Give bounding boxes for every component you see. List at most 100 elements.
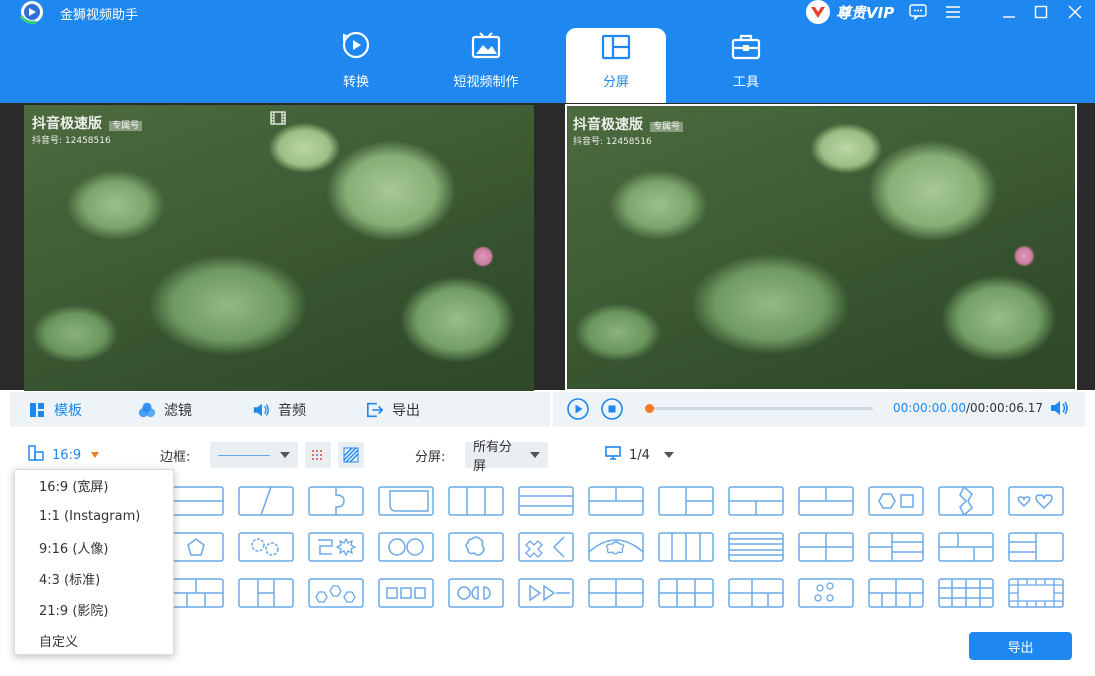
template-grid-2x2[interactable] xyxy=(798,532,854,562)
page-value: 1/4 xyxy=(629,447,650,463)
page-select[interactable]: 1/4 xyxy=(605,442,674,468)
template-top-grid[interactable] xyxy=(168,578,224,608)
template-5row[interactable] xyxy=(728,532,784,562)
time-readout: 00:00:00.00/00:00:06.17 xyxy=(893,401,1043,415)
player-bar: 00:00:00.00/00:00:06.17 xyxy=(553,392,1085,427)
ratio-option-1-1[interactable]: 1:1 (Instagram) xyxy=(15,501,173,532)
export-label: 导出 xyxy=(392,402,420,419)
export-button[interactable]: 导出 xyxy=(969,632,1072,660)
ratio-option-16-9[interactable]: 16:9 (宽屏) xyxy=(15,470,173,501)
template-grid-4x2[interactable] xyxy=(868,578,924,608)
template-hearts[interactable] xyxy=(1008,486,1064,516)
border-line-preview xyxy=(218,454,270,456)
template-two-circles[interactable] xyxy=(378,532,434,562)
template-gears[interactable] xyxy=(238,532,294,562)
template-3row[interactable] xyxy=(518,486,574,516)
template-grid-mixed[interactable] xyxy=(728,578,784,608)
template-circle-halves[interactable] xyxy=(448,578,504,608)
template-t-bottom[interactable] xyxy=(728,486,784,516)
template-arrows[interactable] xyxy=(518,578,574,608)
template-burst[interactable] xyxy=(308,532,364,562)
template-t-right[interactable] xyxy=(658,486,714,516)
filter-button[interactable]: 滤镜 xyxy=(138,392,192,427)
border-pattern-button[interactable] xyxy=(338,442,364,468)
tab-split-screen[interactable]: 分屏 xyxy=(566,28,666,103)
template-left-rows[interactable] xyxy=(1008,532,1064,562)
template-label: 模板 xyxy=(54,402,82,419)
minimize-icon[interactable] xyxy=(998,2,1020,22)
tab-label: 工具 xyxy=(732,75,759,90)
template-hlines[interactable] xyxy=(168,486,224,516)
template-rounded[interactable] xyxy=(378,486,434,516)
app-title: 金狮视频助手 xyxy=(60,8,139,23)
vip-label: 尊贵VIP xyxy=(836,3,895,22)
chevron-down-icon xyxy=(663,452,674,458)
border-select[interactable] xyxy=(210,442,298,468)
vip-button[interactable]: 尊贵VIP xyxy=(806,0,894,24)
template-grid-4x3[interactable] xyxy=(938,578,994,608)
template-zigzag[interactable] xyxy=(938,486,994,516)
progress-track[interactable] xyxy=(645,404,873,413)
stop-icon[interactable] xyxy=(601,398,623,424)
watermark: 抖音极速版 专属号 抖音号: 12458516 xyxy=(32,113,143,146)
split-preview[interactable]: 抖音极速版 专属号 抖音号: 12458516 xyxy=(565,104,1077,391)
template-hexagons[interactable] xyxy=(308,578,364,608)
template-arch[interactable] xyxy=(588,532,644,562)
ratio-option-9-16[interactable]: 9:16 (人像) xyxy=(15,532,173,563)
template-pentagon[interactable] xyxy=(168,532,224,562)
tab-tools[interactable]: 工具 xyxy=(696,28,796,103)
border-label: 边框: xyxy=(160,449,191,465)
tab-label: 转换 xyxy=(342,75,369,90)
menu-icon[interactable] xyxy=(942,2,964,22)
template-brick[interactable] xyxy=(938,532,994,562)
volume-icon[interactable] xyxy=(1049,400,1069,420)
convert-icon xyxy=(306,28,406,64)
template-3col[interactable] xyxy=(448,486,504,516)
chevron-down-icon xyxy=(530,452,540,458)
split-label: 分屏: xyxy=(415,449,446,465)
template-puzzle[interactable] xyxy=(308,486,364,516)
template-center-col[interactable] xyxy=(238,578,294,608)
ratio-option-custom[interactable]: 自定义 xyxy=(15,625,173,656)
ratio-option-4-3[interactable]: 4:3 (标准) xyxy=(15,563,173,594)
template-l-split[interactable] xyxy=(868,532,924,562)
template-frame-grid[interactable] xyxy=(1008,578,1064,608)
template-diagonal[interactable] xyxy=(238,486,294,516)
film-icon[interactable] xyxy=(270,111,286,129)
short-video-icon xyxy=(436,28,536,64)
template-bubbles[interactable] xyxy=(798,578,854,608)
audio-button[interactable]: 音频 xyxy=(252,392,306,427)
preview-area: 抖音极速版 专属号 抖音号: 12458516 抖音极速版 专属号 抖音号: 1… xyxy=(0,103,1095,391)
grid-dots-icon xyxy=(305,442,331,468)
split-select[interactable]: 所有分屏 xyxy=(465,440,548,474)
border-color-button[interactable] xyxy=(305,442,331,468)
template-grid-2x2-b[interactable] xyxy=(588,578,644,608)
template-grid-3x2[interactable] xyxy=(658,578,714,608)
source-preview[interactable]: 抖音极速版 专属号 抖音号: 12458516 xyxy=(24,105,534,391)
template-flower[interactable] xyxy=(448,532,504,562)
message-icon[interactable] xyxy=(907,2,929,22)
template-t-top[interactable] xyxy=(798,486,854,516)
watermark-id: 抖音号: 12458516 xyxy=(32,136,111,146)
template-cross-split[interactable] xyxy=(518,532,574,562)
template-t-left[interactable] xyxy=(588,486,644,516)
progress-handle[interactable] xyxy=(645,404,654,413)
template-4col[interactable] xyxy=(658,532,714,562)
template-three-squares[interactable] xyxy=(378,578,434,608)
close-icon[interactable] xyxy=(1064,2,1086,22)
tab-short-video[interactable]: 短视频制作 xyxy=(436,28,536,103)
maximize-icon[interactable] xyxy=(1030,2,1052,22)
watermark-id: 抖音号: 12458516 xyxy=(573,137,652,147)
template-hex-square[interactable] xyxy=(868,486,924,516)
ratio-option-21-9[interactable]: 21:9 (影院) xyxy=(15,594,173,625)
audio-label: 音频 xyxy=(278,402,306,419)
watermark-title: 抖音极速版 xyxy=(573,117,643,133)
filter-label: 滤镜 xyxy=(164,402,192,419)
export-tool-button[interactable]: 导出 xyxy=(366,392,420,427)
template-button[interactable]: 模板 xyxy=(28,392,82,427)
tab-convert[interactable]: 转换 xyxy=(306,28,406,103)
template-icon xyxy=(28,401,46,419)
play-icon[interactable] xyxy=(567,398,589,424)
ratio-value: 16:9 xyxy=(52,447,82,463)
ratio-select[interactable]: 16:9 xyxy=(28,442,100,468)
